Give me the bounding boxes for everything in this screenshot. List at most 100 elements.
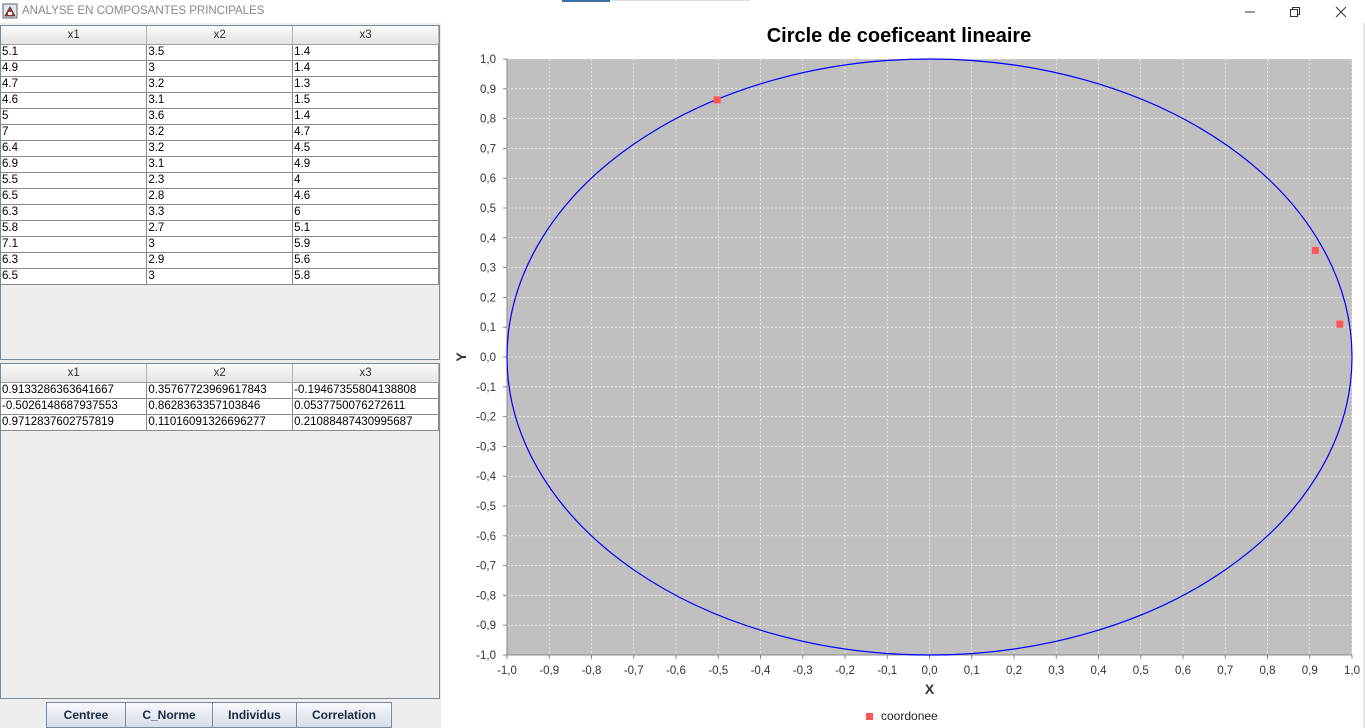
data-table-cell[interactable]: 1.4 — [292, 108, 439, 125]
data-table-cell[interactable]: 4.7 — [1, 76, 148, 93]
result-table-row[interactable]: 0.9133286363641667 0.35767723969617843 -0.… — [1, 382, 439, 399]
data-table-cell[interactable]: 6.5 — [1, 188, 148, 205]
result-table-cell[interactable]: 0.9133286363641667 — [1, 382, 148, 399]
y-tick-label: -0,5 — [476, 501, 496, 513]
data-table-cell[interactable]: 3 — [146, 236, 294, 253]
data-table-cell[interactable]: 1.3 — [292, 76, 439, 93]
data-table-column-header[interactable]: x1 — [1, 26, 148, 45]
data-table-row[interactable]: 4.6 3.1 1.5 — [1, 92, 439, 109]
minimize-button[interactable] — [1227, 0, 1273, 23]
data-table-cell[interactable]: 7.1 — [1, 236, 148, 253]
data-table-cell[interactable]: 6.3 — [1, 204, 148, 221]
result-table-cell[interactable]: 0.0537750076272611 — [292, 398, 439, 415]
result-table-cell[interactable]: 0.8628363357103846 — [146, 398, 294, 415]
result-table-cell[interactable]: 0.11016091326696277 — [146, 414, 294, 431]
data-table-cell[interactable]: 5.8 — [1, 220, 148, 237]
data-table-cell[interactable]: 6.3 — [1, 252, 148, 269]
result-table-cell[interactable]: 0.35767723969617843 — [146, 382, 294, 399]
data-table-cell[interactable]: 5 — [1, 108, 148, 125]
result-table-scrollpane[interactable]: x1 x2 x3 0.9133286363641667 0.3576772396961… — [0, 363, 440, 699]
data-table-row[interactable]: 6.3 2.9 5.6 — [1, 252, 439, 269]
correlation-circle-chart: -1,0 -0,9 -0,8 -0,7 -0,6 -0,5 -0,4 -0,3 -0,2 -0,1… — [453, 54, 1360, 697]
data-table-cell[interactable]: 6.4 — [1, 140, 148, 157]
data-table-row[interactable]: 6.5 3 5.8 — [1, 268, 439, 285]
restore-button[interactable] — [1272, 0, 1318, 23]
data-table-cell[interactable]: 6.5 — [1, 268, 148, 285]
data-table-cell[interactable]: 4.9 — [292, 156, 439, 173]
legend-label: coordonee — [881, 709, 938, 723]
result-table-cell[interactable]: -0.19467355804138808 — [292, 382, 439, 399]
data-table-cell[interactable]: 3.2 — [146, 124, 294, 141]
data-table-cell[interactable]: 2.3 — [146, 172, 294, 189]
data-table-scrollpane[interactable]: x1 x2 x3 5.1 3.5 1.4 4.9 3 1.4 4.7 3.2 1.3 4.6 3.1 1.… — [0, 25, 440, 360]
data-table-row[interactable]: 6.5 2.8 4.6 — [1, 188, 439, 205]
data-table-cell[interactable]: 5.9 — [292, 236, 439, 253]
data-table-cell[interactable]: 4.5 — [292, 140, 439, 157]
data-table-cell[interactable]: 7 — [1, 124, 148, 141]
data-table-row[interactable]: 5 3.6 1.4 — [1, 108, 439, 125]
data-table-cell[interactable]: 2.7 — [146, 220, 294, 237]
close-button[interactable] — [1318, 0, 1364, 23]
data-table-row[interactable]: 7.1 3 5.9 — [1, 236, 439, 253]
result-table-cell[interactable]: 0.9712837602757819 — [1, 414, 148, 431]
data-table-cell[interactable]: 4.7 — [292, 124, 439, 141]
individus-button[interactable]: Individus — [212, 702, 297, 728]
data-table-cell[interactable]: 3 — [146, 268, 294, 285]
java-app-icon — [2, 3, 18, 19]
data-table-row[interactable]: 6.4 3.2 4.5 — [1, 140, 439, 157]
y-tick-label: 0,2 — [480, 292, 496, 304]
centree-button[interactable]: Centree — [46, 702, 126, 728]
data-table-cell[interactable]: 3.2 — [146, 140, 294, 157]
data-table-column-header[interactable]: x3 — [292, 26, 439, 45]
result-table-column-header[interactable]: x2 — [146, 364, 294, 383]
data-table-cell[interactable]: 2.9 — [146, 252, 294, 269]
result-table-cell[interactable]: -0.5026148687937553 — [1, 398, 148, 415]
x-tick-label: -0,4 — [751, 665, 771, 677]
data-table-row[interactable]: 6.3 3.3 6 — [1, 204, 439, 221]
data-table-cell[interactable]: 5.6 — [292, 252, 439, 269]
x-tick-label: 0,0 — [922, 665, 938, 677]
correlation-button[interactable]: Correlation — [296, 702, 392, 728]
data-table-column-header[interactable]: x2 — [146, 26, 294, 45]
result-table-column-header[interactable]: x1 — [1, 364, 148, 383]
data-table-cell[interactable]: 1.5 — [292, 92, 439, 109]
data-table-cell[interactable]: 2.8 — [146, 188, 294, 205]
data-table-cell[interactable]: 3.5 — [146, 44, 294, 61]
data-table-cell[interactable]: 5.1 — [1, 44, 148, 61]
data-table-cell[interactable]: 5.8 — [292, 268, 439, 285]
data-table-cell[interactable]: 3.6 — [146, 108, 294, 125]
data-table-row[interactable]: 4.9 3 1.4 — [1, 60, 439, 77]
data-table-row[interactable]: 4.7 3.2 1.3 — [1, 76, 439, 93]
chart-title: Circle de coeficeant lineaire — [766, 25, 1032, 47]
data-table-row[interactable]: 5.1 3.5 1.4 — [1, 44, 439, 61]
result-table-cell[interactable]: 0.21088487430995687 — [292, 414, 439, 431]
result-table-row[interactable]: 0.9712837602757819 0.11016091326696277 0.2… — [1, 414, 439, 431]
data-table-cell[interactable]: 3 — [146, 60, 294, 77]
data-table-cell[interactable]: 5.5 — [1, 172, 148, 189]
data-table-cell[interactable]: 3.2 — [146, 76, 294, 93]
data-table-row[interactable]: 5.5 2.3 4 — [1, 172, 439, 189]
data-table-cell[interactable]: 3.3 — [146, 204, 294, 221]
data-table-cell[interactable]: 1.4 — [292, 60, 439, 77]
c-norme-button[interactable]: C_Norme — [125, 702, 213, 728]
data-table-cell[interactable]: 4.6 — [1, 92, 148, 109]
result-table-row[interactable]: -0.5026148687937553 0.8628363357103846 0.0… — [1, 398, 439, 415]
y-tick-label: 0,6 — [480, 173, 496, 185]
data-table-cell[interactable]: 1.4 — [292, 44, 439, 61]
data-table[interactable]: x1 x2 x3 5.1 3.5 1.4 4.9 3 1.4 4.7 3.2 1.3 4.6 3.1 1.… — [1, 26, 439, 285]
data-table-cell[interactable]: 3.1 — [146, 156, 294, 173]
data-table-cell[interactable]: 5.1 — [292, 220, 439, 237]
data-table-row[interactable]: 5.8 2.7 5.1 — [1, 220, 439, 237]
data-table-cell[interactable]: 4 — [292, 172, 439, 189]
data-table-cell[interactable]: 6.9 — [1, 156, 148, 173]
data-table-cell[interactable]: 4.9 — [1, 60, 148, 77]
data-table-cell[interactable]: 4.6 — [292, 188, 439, 205]
data-point — [713, 96, 721, 104]
result-table-column-header[interactable]: x3 — [292, 364, 439, 383]
x-tick-label: -0,2 — [835, 665, 855, 677]
result-table[interactable]: x1 x2 x3 0.9133286363641667 0.3576772396961… — [1, 364, 439, 431]
data-table-row[interactable]: 7 3.2 4.7 — [1, 124, 439, 141]
data-table-cell[interactable]: 3.1 — [146, 92, 294, 109]
data-table-row[interactable]: 6.9 3.1 4.9 — [1, 156, 439, 173]
data-table-cell[interactable]: 6 — [292, 204, 439, 221]
